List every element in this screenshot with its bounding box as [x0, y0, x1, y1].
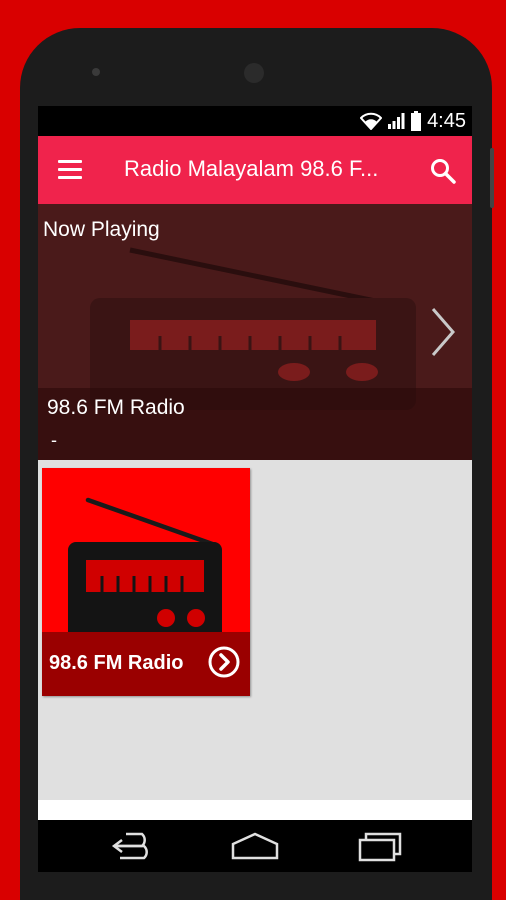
wifi-icon	[360, 112, 383, 130]
signal-icon	[388, 113, 405, 129]
status-bar: 4:45	[38, 106, 472, 136]
now-playing-info: 98.6 FM Radio -	[38, 388, 472, 460]
back-icon[interactable]	[106, 830, 156, 862]
navigation-bar	[38, 820, 472, 872]
side-scroll-indicator	[490, 148, 494, 208]
recents-icon[interactable]	[356, 830, 406, 862]
search-icon[interactable]	[428, 156, 458, 186]
menu-icon[interactable]	[58, 160, 82, 180]
chevron-right-icon[interactable]	[430, 306, 456, 358]
station-card-footer: 98.6 FM Radio	[42, 632, 250, 696]
app-bar: Radio Malayalam 98.6 F...	[38, 136, 472, 204]
home-icon[interactable]	[230, 830, 280, 862]
screen: 4:45 Radio Malayalam 98.6 F... Now Playi…	[38, 106, 472, 872]
bottom-strip	[38, 800, 472, 820]
front-camera	[244, 63, 264, 83]
station-card[interactable]: 98.6 FM Radio	[42, 468, 250, 696]
chevron-right-circle-icon[interactable]	[208, 646, 240, 678]
station-card-title: 98.6 FM Radio	[49, 652, 184, 674]
sensor-dot	[92, 68, 100, 76]
now-playing-label: Now Playing	[43, 218, 160, 241]
now-playing-banner[interactable]: Now Playing 98.6 FM Radio -	[38, 204, 472, 460]
app-title: Radio Malayalam 98.6 F...	[124, 156, 379, 181]
status-time: 4:45	[427, 109, 466, 132]
now-playing-station: 98.6 FM Radio	[47, 396, 185, 419]
now-playing-track: -	[51, 430, 57, 450]
battery-icon	[411, 111, 422, 131]
